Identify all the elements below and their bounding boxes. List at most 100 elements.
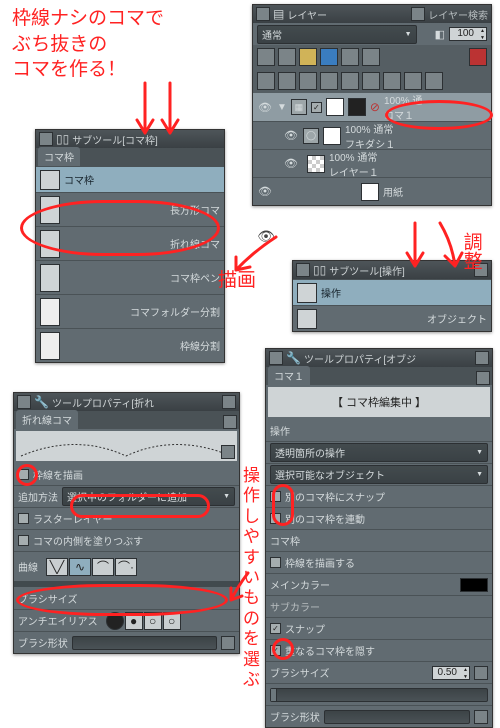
eye-icon[interactable]: 👁 [257,99,273,115]
toolbar-btn[interactable] [257,48,275,66]
curve-straight-btn[interactable]: ╲╱ [46,558,68,576]
curve-cubic-btn[interactable]: ⌒· [115,558,137,576]
layer-row[interactable]: 👁 用紙 [253,177,491,205]
aa-strong-btn[interactable]: ○ [163,612,181,630]
eye-icon[interactable]: 👁 [283,128,299,144]
tool-label: コマ枠 [64,172,220,187]
tool-property-left-panel: 🔧 ツールプロパティ[折れ 折れ線コマ 枠線を描画 追加方法 選択中のフォルダー… [13,392,240,654]
toolbar-btn[interactable] [320,48,338,66]
fill-inside-row: コマの内側を塗りつぶす [14,529,239,551]
tool-row[interactable]: 折れ線コマ [36,226,224,260]
lock-icon[interactable] [476,371,490,385]
toolbar-btn[interactable] [299,72,317,90]
tab-polyline[interactable]: 折れ線コマ [16,410,78,429]
checkbox[interactable] [18,535,29,546]
toolbar-btn[interactable] [404,72,422,90]
toolbar-btn[interactable] [341,72,359,90]
tool-icon [40,298,60,326]
tool-row[interactable]: コマ枠ペン [36,260,224,294]
tool-row[interactable]: コマフォルダー分割 [36,294,224,328]
menu-icon[interactable] [269,351,283,365]
toolbar-btn[interactable] [341,48,359,66]
panel-button[interactable] [222,395,236,409]
layer-check[interactable]: ✓ [311,102,322,113]
add-method-dropdown[interactable]: 選択中のフォルダーに追加 [62,487,235,506]
tool-label: コマ枠ペン [64,270,220,285]
op-dd1-row: 透明箇所の操作 [266,441,492,463]
brush-size-input[interactable]: 0.50 [432,666,470,680]
wrench-icon: 🔧 [34,395,49,409]
menu-icon[interactable] [256,7,270,21]
tool-row[interactable]: 長方形コマ [36,192,224,226]
toolbar-btn[interactable] [320,72,338,90]
tool-row[interactable]: 枠線分割 [36,328,224,362]
lock-icon[interactable] [223,415,237,429]
brush-shape-preview[interactable] [72,636,217,650]
checkbox[interactable] [18,469,29,480]
menu-icon[interactable] [296,263,310,277]
layer-row[interactable]: 👁 100% 通常 レイヤー１ [253,149,491,177]
draw-frame-row: 枠線を描画 [14,463,239,485]
delete-icon[interactable] [469,48,487,66]
panel-button[interactable] [475,351,489,365]
tool-row[interactable]: オブジェクト [293,305,491,331]
brush-shape-row: ブラシ形状 [14,631,239,653]
search-tab-label[interactable]: レイヤー検索 [428,7,488,22]
layer-label: 用紙 [383,184,487,199]
new-layer-icon[interactable] [257,72,275,90]
checkbox[interactable] [270,557,281,568]
tool-label: 操作 [321,285,487,300]
eye-icon: 👁 [258,228,274,244]
toolbar-btn[interactable] [362,48,380,66]
search-icon[interactable] [411,7,425,21]
layer-row[interactable]: 👁 ▼ ▦ ✓ ⊘ 100% 通 コマ１ [253,93,491,121]
tab-koma[interactable]: コマ枠 [38,147,80,166]
blend-mode-dropdown[interactable]: 通常 [257,25,417,44]
op-dd2-row: 選択可能なオブジェクト [266,463,492,485]
label: 重なるコマ枠を隠す [285,643,375,658]
toolbar-btn[interactable] [383,72,401,90]
label: ブラシサイズ [270,665,330,680]
color-swatch[interactable] [460,578,488,592]
checkbox[interactable] [270,491,281,502]
curve-quad-btn[interactable]: ⌒ [92,558,114,576]
slider[interactable] [270,688,488,702]
aa-weak-btn[interactable]: ● [125,612,143,630]
op-dd2[interactable]: 選択可能なオブジェクト [270,465,488,484]
opacity-input[interactable]: 100 [449,27,487,41]
toolbar-btn[interactable] [299,48,317,66]
preview-area [16,431,237,461]
tab-koma1[interactable]: コマ１ [268,366,310,385]
eye-icon[interactable]: 👁 [283,156,299,172]
checkbox[interactable] [270,513,281,524]
menu-icon[interactable] [17,395,31,409]
checkbox[interactable]: ✓ [270,645,281,656]
new-folder-icon[interactable] [278,72,296,90]
tool-row[interactable]: 操作 [293,279,491,305]
aa-mid-btn[interactable]: ○ [144,612,162,630]
chevron-down-icon[interactable]: ▼ [277,102,287,113]
curve-spline-btn[interactable]: ∿ [69,558,91,576]
layer-row[interactable]: 👁 ◯ 100% 通常 フキダシ１ [253,121,491,149]
settings-icon[interactable] [474,710,488,724]
aa-none-btn[interactable] [106,612,124,630]
checkbox[interactable] [18,513,29,524]
op-dd1[interactable]: 透明箇所の操作 [270,443,488,462]
settings-icon[interactable] [221,636,235,650]
toolbar-btn[interactable] [362,72,380,90]
zoom-icon[interactable] [221,445,235,459]
tool-label: コマフォルダー分割 [64,304,220,319]
brush-shape-preview[interactable] [324,710,470,724]
toolbar-btn[interactable] [278,48,296,66]
tool-row[interactable]: コマ枠 [36,166,224,192]
annotation-text: 操 作 し や す い も の を 選 ぶ [243,466,260,690]
link-icon[interactable] [474,666,488,680]
label: 別のコマ枠にスナップ [285,489,385,504]
label: 別のコマ枠を連動 [285,511,365,526]
panel-button[interactable] [474,263,488,277]
checkbox[interactable]: ✓ [270,623,281,634]
trash-icon[interactable] [425,72,443,90]
menu-icon[interactable] [39,132,53,146]
layer-toolbar [253,45,491,69]
eye-icon[interactable]: 👁 [257,184,273,200]
